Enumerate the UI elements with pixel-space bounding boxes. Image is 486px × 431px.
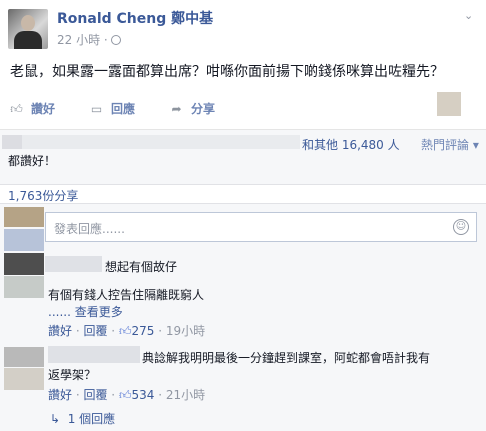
commenter-name[interactable]: [45, 256, 102, 272]
globe-icon: [110, 35, 121, 45]
avatar[interactable]: [4, 253, 44, 275]
comments-section: 發表回應...... ☺ 想起有個故仔 有個有錢人控告住隔離既窮人 ......…: [0, 204, 486, 431]
post-time[interactable]: 22 小時 ·: [57, 33, 108, 47]
like-label: 讚好: [31, 102, 56, 116]
share-icon: ➦: [171, 102, 182, 116]
thumbs-up-icon: 👍︎: [10, 102, 23, 116]
post-text: 老鼠，如果露一露面都算出席？咁喺你面前揚下啲錢係咪算出咗糧先？: [10, 64, 444, 80]
comment-like-count[interactable]: 534: [131, 388, 154, 402]
avatar-face: [21, 15, 35, 31]
likes-summary: 和其他 16,480 人 熱門評論 ▾ 都讚好！: [0, 130, 486, 185]
avatar: [4, 368, 44, 390]
share-button[interactable]: ➦ 分享: [170, 100, 215, 117]
comment-label: 回應: [111, 102, 136, 116]
post-actions: 👍︎ 讚好 ▭ 回應 ➦ 分享: [0, 92, 486, 124]
sort-top-comments[interactable]: 熱門評論 ▾: [421, 136, 479, 153]
share-count[interactable]: 1,763份分享: [8, 187, 78, 204]
blurred-thumb: [2, 135, 22, 149]
post-header: Ronald Cheng 鄭中基 22 小時 · ⌄: [0, 0, 486, 60]
avatar: [4, 276, 44, 298]
author-name[interactable]: Ronald Cheng 鄭中基: [57, 8, 213, 28]
chevron-down-icon[interactable]: ⌄: [464, 10, 476, 22]
replies-count: 1 個回應: [67, 412, 116, 426]
comment-meta: 讚好 · 回覆 · 👍︎275 · 19小時: [48, 324, 206, 338]
comment-like-link[interactable]: 讚好: [48, 388, 72, 402]
blurred-names: [22, 135, 300, 149]
thumbs-up-icon: 👍︎: [118, 324, 132, 338]
comment-text-line2: 有個有錢人控告住隔離既窮人: [48, 288, 205, 302]
likes-count[interactable]: 和其他 16,480 人: [302, 136, 400, 153]
reply-input[interactable]: 發表回應...... ☺: [45, 212, 477, 242]
likes-snippet: 都讚好！: [8, 154, 57, 168]
view-replies-link[interactable]: ↳ 1 個回應: [50, 410, 115, 427]
author-avatar[interactable]: [8, 9, 48, 49]
comment-time[interactable]: 21小時: [166, 388, 205, 402]
comment-icon: ▭: [90, 102, 103, 116]
comment-text: 想起有個故仔: [105, 260, 178, 274]
like-button[interactable]: 👍︎ 讚好: [10, 100, 55, 117]
commenter-name[interactable]: [48, 346, 140, 363]
smiley-icon[interactable]: ☺: [453, 219, 469, 235]
page-avatar[interactable]: [437, 92, 461, 116]
post-meta: 22 小時 ·: [57, 31, 121, 48]
comment-text-line2: 返學架？: [48, 368, 97, 382]
avatar-body: [14, 31, 42, 49]
thumbs-up-icon: 👍︎: [118, 388, 132, 402]
comment-reply-link[interactable]: 回覆: [83, 324, 107, 338]
comment-text: 典諗解我明明最後一分鐘趕到課室，阿蛇都會唔計我有: [142, 351, 431, 365]
avatar[interactable]: [4, 347, 44, 367]
reply-placeholder: 發表回應......: [54, 222, 125, 236]
comment-like-link[interactable]: 讚好: [48, 324, 72, 338]
reply-arrow-icon: ↳: [50, 412, 61, 426]
see-more-link[interactable]: ...... 查看更多: [48, 303, 123, 320]
divider: [0, 184, 486, 185]
comment-button[interactable]: ▭ 回應: [90, 100, 135, 117]
comment-like-count[interactable]: 275: [131, 324, 154, 338]
avatar: [4, 207, 44, 227]
avatar: [4, 229, 44, 251]
share-label: 分享: [191, 102, 216, 116]
comment-reply-link[interactable]: 回覆: [83, 388, 107, 402]
comment-meta: 讚好 · 回覆 · 👍︎534 · 21小時: [48, 388, 206, 402]
comment-time[interactable]: 19小時: [166, 324, 205, 338]
